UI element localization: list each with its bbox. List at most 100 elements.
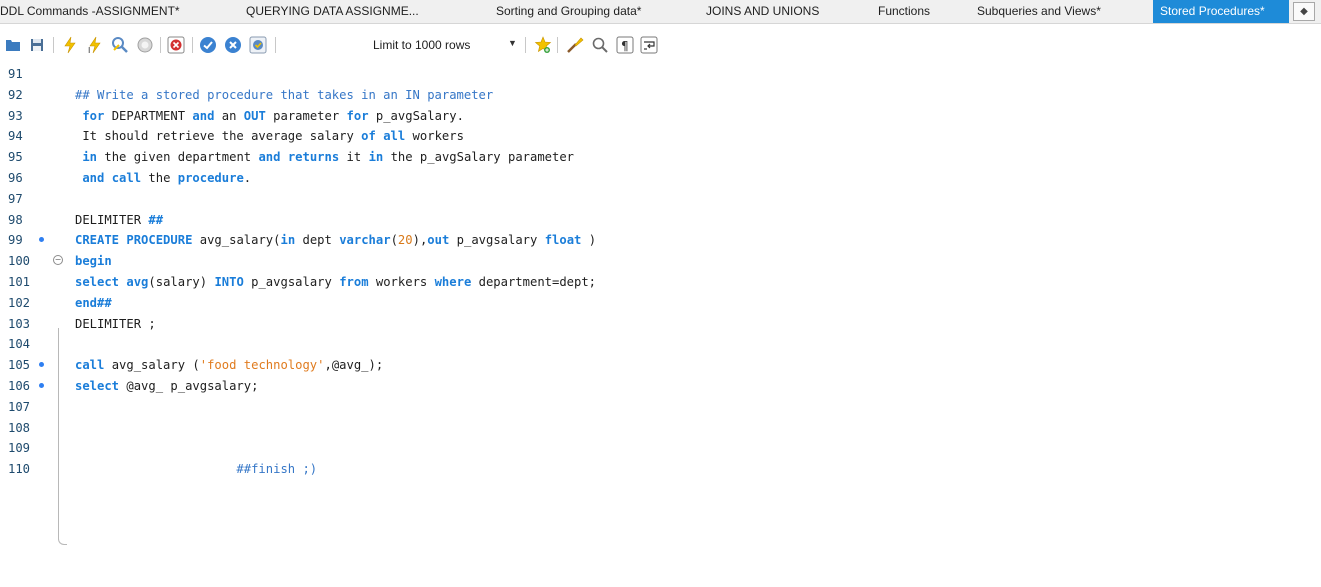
line-number: 107	[8, 399, 31, 414]
line-number: 92	[8, 87, 23, 102]
tab-joins-unions[interactable]: JOINS AND UNIONS	[706, 0, 856, 23]
tab-stored-procedures[interactable]: Stored Procedures*	[1153, 0, 1289, 23]
find-icon[interactable]	[591, 36, 609, 54]
toolbar-separator	[275, 37, 276, 53]
code-text: CREATE PROCEDURE avg_salary(in dept varc…	[75, 233, 597, 248]
invisible-chars-icon[interactable]: ¶	[616, 36, 634, 54]
line-number: 103	[8, 316, 31, 331]
code-line[interactable]: 94 It should retrieve the average salary…	[0, 126, 1321, 146]
statement-marker-icon	[39, 362, 44, 368]
toolbar-separator	[160, 37, 161, 53]
code-line[interactable]: 98 DELIMITER ##	[0, 210, 1321, 230]
open-file-icon[interactable]	[4, 36, 22, 54]
tab-functions[interactable]: Functions	[878, 0, 958, 23]
code-line[interactable]: 93 for DEPARTMENT and an OUT parameter f…	[0, 106, 1321, 126]
code-text: in the given department and returns it i…	[82, 150, 575, 165]
stop-icon[interactable]	[136, 36, 154, 54]
autocommit-icon[interactable]	[249, 36, 267, 54]
bookmark-icon[interactable]	[534, 36, 552, 54]
save-icon[interactable]	[28, 36, 46, 54]
tab-sorting-grouping[interactable]: Sorting and Grouping data*	[496, 0, 676, 23]
line-number: 95	[8, 150, 23, 165]
code-line[interactable]: 104	[0, 334, 1321, 354]
toolbar-separator	[192, 37, 193, 53]
code-line[interactable]: 102 end##	[0, 293, 1321, 313]
statement-marker-icon	[39, 237, 44, 243]
svg-text:¶: ¶	[621, 39, 629, 53]
toolbar-separator	[53, 37, 54, 53]
tab-label: Stored Procedures*	[1160, 4, 1265, 18]
code-line[interactable]: 101 select avg(salary) INTO p_avgsalary f…	[0, 272, 1321, 292]
line-number: 93	[8, 108, 23, 123]
code-text: and call the procedure.	[82, 171, 252, 185]
code-line[interactable]: 107	[0, 397, 1321, 417]
code-text: DELIMITER ##	[75, 212, 164, 227]
line-number: 104	[8, 337, 31, 352]
code-line[interactable]: 109	[0, 438, 1321, 458]
toolbar-separator	[557, 37, 558, 53]
code-text: ##finish ;)	[75, 462, 318, 477]
code-line[interactable]: 108	[0, 418, 1321, 438]
fold-toggle-icon[interactable]: −	[53, 255, 63, 266]
code-line[interactable]: 91	[0, 64, 1321, 84]
code-line[interactable]: 100 − begin	[0, 251, 1321, 271]
code-text: for DEPARTMENT and an OUT parameter for …	[82, 108, 464, 123]
line-number: 105	[8, 358, 31, 373]
code-text: select @avg_ p_avgsalary;	[75, 379, 259, 393]
code-line[interactable]: 99 CREATE PROCEDURE avg_salary(in dept va…	[0, 230, 1321, 250]
code-line[interactable]: 92 ## Write a stored procedure that takes…	[0, 85, 1321, 105]
code-line[interactable]: 95 in the given department and returns i…	[0, 147, 1321, 167]
line-number: 91	[8, 67, 23, 81]
code-text: ## Write a stored procedure that takes i…	[75, 87, 494, 102]
code-line[interactable]: 103 DELIMITER ;	[0, 314, 1321, 334]
line-number: 100	[8, 254, 31, 269]
code-text: It should retrieve the average salary of…	[75, 129, 464, 144]
line-number: 106	[8, 379, 31, 393]
explain-icon[interactable]	[111, 36, 129, 54]
commit-icon[interactable]	[199, 36, 217, 54]
line-number: 109	[8, 441, 31, 456]
code-text: call avg_salary ('food technology',@avg_…	[75, 358, 384, 373]
sql-editor-toolbar: I Limit to 1000 rows ▼ ¶	[0, 24, 1321, 64]
line-number: 99	[8, 233, 23, 248]
rollback-icon[interactable]	[224, 36, 242, 54]
line-number: 98	[8, 212, 23, 227]
line-number: 108	[8, 420, 31, 435]
tab-querying-data[interactable]: QUERYING DATA ASSIGNME...	[246, 0, 446, 23]
line-number: 94	[8, 129, 23, 144]
line-number: 101	[8, 275, 31, 289]
statement-marker-icon	[39, 383, 44, 388]
code-line[interactable]: 105 call avg_salary ('food technology',@a…	[0, 355, 1321, 375]
line-number: 97	[8, 191, 23, 206]
code-text: end##	[75, 295, 112, 310]
code-text: DELIMITER ;	[75, 316, 156, 331]
execute-current-icon[interactable]: I	[86, 36, 104, 55]
line-number: 102	[8, 295, 31, 310]
execute-icon[interactable]	[61, 36, 79, 54]
beautify-icon[interactable]	[566, 36, 584, 54]
code-line[interactable]: 106 select @avg_ p_avgsalary;	[0, 376, 1321, 396]
code-line[interactable]: 97	[0, 189, 1321, 209]
line-number: 110	[8, 462, 31, 477]
chevron-down-icon[interactable]: ▼	[508, 38, 517, 48]
tab-subqueries-views[interactable]: Subqueries and Views*	[977, 0, 1137, 23]
code-text: begin	[75, 254, 112, 269]
tab-label: QUERYING DATA ASSIGNME...	[246, 4, 419, 18]
tab-ddl-commands[interactable]: DDL Commands -ASSIGNMENT*	[0, 0, 200, 23]
tab-label: JOINS AND UNIONS	[706, 4, 820, 18]
code-line[interactable]: 110 ##finish ;)	[0, 459, 1321, 479]
editor-tab-bar: DDL Commands -ASSIGNMENT* QUERYING DATA …	[0, 0, 1321, 24]
toggle-error-icon[interactable]	[167, 36, 185, 54]
tab-label: Functions	[878, 4, 931, 18]
tab-scroll-icon[interactable]: ◆	[1293, 2, 1315, 21]
code-text: select avg(salary) INTO p_avgsalary from…	[75, 275, 597, 289]
limit-rows-dropdown[interactable]: Limit to 1000 rows	[373, 38, 470, 52]
code-line[interactable]: 96 and call the procedure.	[0, 168, 1321, 188]
line-number: 96	[8, 171, 23, 185]
sql-editor[interactable]: 91 92 ## Write a stored procedure that tak…	[0, 64, 1321, 587]
tab-label: Sorting and Grouping data*	[496, 4, 642, 18]
tab-label: DDL Commands -ASSIGNMENT*	[0, 4, 180, 18]
svg-text:I: I	[88, 46, 90, 54]
word-wrap-icon[interactable]	[640, 36, 658, 54]
toolbar-separator	[525, 37, 526, 53]
